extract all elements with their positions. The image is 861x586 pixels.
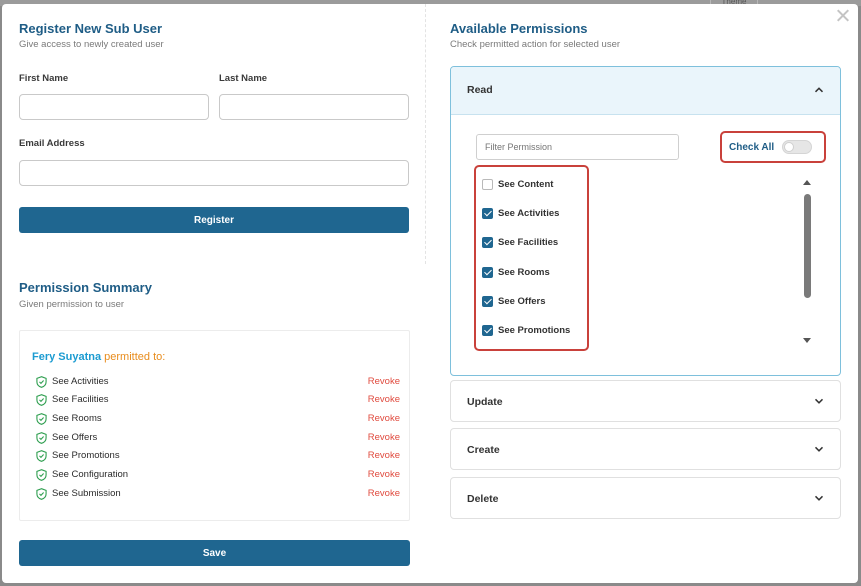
permission-item-label: See Offers bbox=[498, 296, 546, 307]
permission-item-see-facilities[interactable]: See Facilities bbox=[482, 236, 582, 250]
accordion-read-title: Read bbox=[467, 84, 493, 96]
toggle-knob bbox=[784, 142, 794, 152]
summary-item-label: See Submission bbox=[52, 488, 121, 499]
check-all-label[interactable]: Check All bbox=[729, 142, 774, 153]
accordion-delete[interactable]: Delete bbox=[450, 477, 841, 519]
summary-item-label: See Configuration bbox=[52, 469, 129, 480]
scrollbar-thumb[interactable] bbox=[804, 194, 811, 298]
save-button[interactable]: Save bbox=[19, 540, 410, 566]
permission-item-see-content[interactable]: See Content bbox=[482, 178, 582, 192]
chevron-down-icon bbox=[814, 495, 824, 501]
last-name-input[interactable] bbox=[219, 94, 409, 120]
checkbox[interactable] bbox=[482, 325, 493, 336]
summary-row: See Promotions Revoke bbox=[34, 449, 400, 463]
shield-check-icon bbox=[36, 394, 47, 406]
accordion-delete-title: Delete bbox=[467, 493, 499, 505]
permissions-subtitle: Check permitted action for selected user bbox=[450, 39, 621, 50]
chevron-down-icon bbox=[814, 398, 824, 404]
summary-subtitle: Given permission to user bbox=[19, 299, 125, 310]
summary-heading: Fery Suyatna permitted to: bbox=[32, 351, 165, 363]
shield-check-icon bbox=[36, 469, 47, 481]
revoke-button[interactable]: Revoke bbox=[368, 413, 400, 424]
permission-list: See Content See Activities See Facilitie… bbox=[474, 165, 589, 351]
last-name-label: Last Name bbox=[219, 73, 268, 84]
permission-item-see-offers[interactable]: See Offers bbox=[482, 295, 582, 309]
summary-row: See Rooms Revoke bbox=[34, 412, 400, 426]
revoke-button[interactable]: Revoke bbox=[368, 488, 400, 499]
register-title: Register New Sub User bbox=[19, 21, 163, 36]
shield-check-icon bbox=[36, 488, 47, 500]
chevron-up-icon bbox=[814, 87, 824, 93]
permission-item-label: See Rooms bbox=[498, 267, 550, 278]
accordion-update-title: Update bbox=[467, 396, 503, 408]
shield-check-icon bbox=[36, 413, 47, 425]
close-icon[interactable] bbox=[834, 7, 852, 25]
permission-item-see-promotions[interactable]: See Promotions bbox=[482, 324, 582, 338]
revoke-button[interactable]: Revoke bbox=[368, 376, 400, 387]
column-divider bbox=[425, 4, 426, 264]
summary-item-label: See Offers bbox=[52, 432, 98, 443]
revoke-button[interactable]: Revoke bbox=[368, 432, 400, 443]
accordion-read: Read Check All See Content See Activitie… bbox=[450, 66, 841, 376]
summary-row: See Submission Revoke bbox=[34, 487, 400, 501]
register-button[interactable]: Register bbox=[19, 207, 409, 233]
register-sub-user-modal: Register New Sub User Give access to new… bbox=[2, 4, 858, 583]
permission-item-label: See Content bbox=[498, 179, 554, 190]
permission-item-label: See Facilities bbox=[498, 237, 559, 248]
email-label: Email Address bbox=[19, 138, 85, 149]
accordion-read-header[interactable]: Read bbox=[451, 67, 840, 115]
permission-summary-box: Fery Suyatna permitted to: See Activitie… bbox=[19, 330, 410, 521]
email-input[interactable] bbox=[19, 160, 409, 186]
permissions-title: Available Permissions bbox=[450, 21, 588, 36]
revoke-button[interactable]: Revoke bbox=[368, 394, 400, 405]
summary-row: See Configuration Revoke bbox=[34, 468, 400, 482]
check-all-group: Check All bbox=[720, 131, 826, 163]
shield-check-icon bbox=[36, 376, 47, 388]
chevron-down-icon bbox=[814, 446, 824, 452]
summary-permitted-text: permitted to: bbox=[104, 351, 166, 363]
summary-item-label: See Activities bbox=[52, 376, 109, 387]
register-subtitle: Give access to newly created user bbox=[19, 39, 164, 50]
summary-row: See Offers Revoke bbox=[34, 431, 400, 445]
summary-user-name: Fery Suyatna bbox=[32, 351, 102, 363]
checkbox[interactable] bbox=[482, 267, 493, 278]
checkbox[interactable] bbox=[482, 208, 493, 219]
checkbox[interactable] bbox=[482, 237, 493, 248]
summary-row: See Facilities Revoke bbox=[34, 393, 400, 407]
permission-item-see-activities[interactable]: See Activities bbox=[482, 207, 582, 221]
accordion-create-title: Create bbox=[467, 444, 500, 456]
summary-title: Permission Summary bbox=[19, 280, 152, 295]
summary-row: See Activities Revoke bbox=[34, 375, 400, 389]
checkbox[interactable] bbox=[482, 179, 493, 190]
check-all-toggle[interactable] bbox=[782, 140, 812, 154]
summary-item-label: See Promotions bbox=[52, 450, 120, 461]
permission-item-see-rooms[interactable]: See Rooms bbox=[482, 266, 582, 280]
summary-item-label: See Facilities bbox=[52, 394, 109, 405]
accordion-create[interactable]: Create bbox=[450, 428, 841, 470]
accordion-update[interactable]: Update bbox=[450, 380, 841, 422]
permission-item-label: See Activities bbox=[498, 208, 560, 219]
first-name-label: First Name bbox=[19, 73, 69, 84]
shield-check-icon bbox=[36, 450, 47, 462]
checkbox[interactable] bbox=[482, 296, 493, 307]
revoke-button[interactable]: Revoke bbox=[368, 469, 400, 480]
scroll-down-arrow[interactable] bbox=[803, 338, 811, 343]
scroll-up-arrow[interactable] bbox=[803, 180, 811, 185]
summary-item-label: See Rooms bbox=[52, 413, 102, 424]
filter-permission-input[interactable] bbox=[476, 134, 679, 160]
shield-check-icon bbox=[36, 432, 47, 444]
revoke-button[interactable]: Revoke bbox=[368, 450, 400, 461]
permission-item-label: See Promotions bbox=[498, 325, 571, 336]
first-name-input[interactable] bbox=[19, 94, 209, 120]
